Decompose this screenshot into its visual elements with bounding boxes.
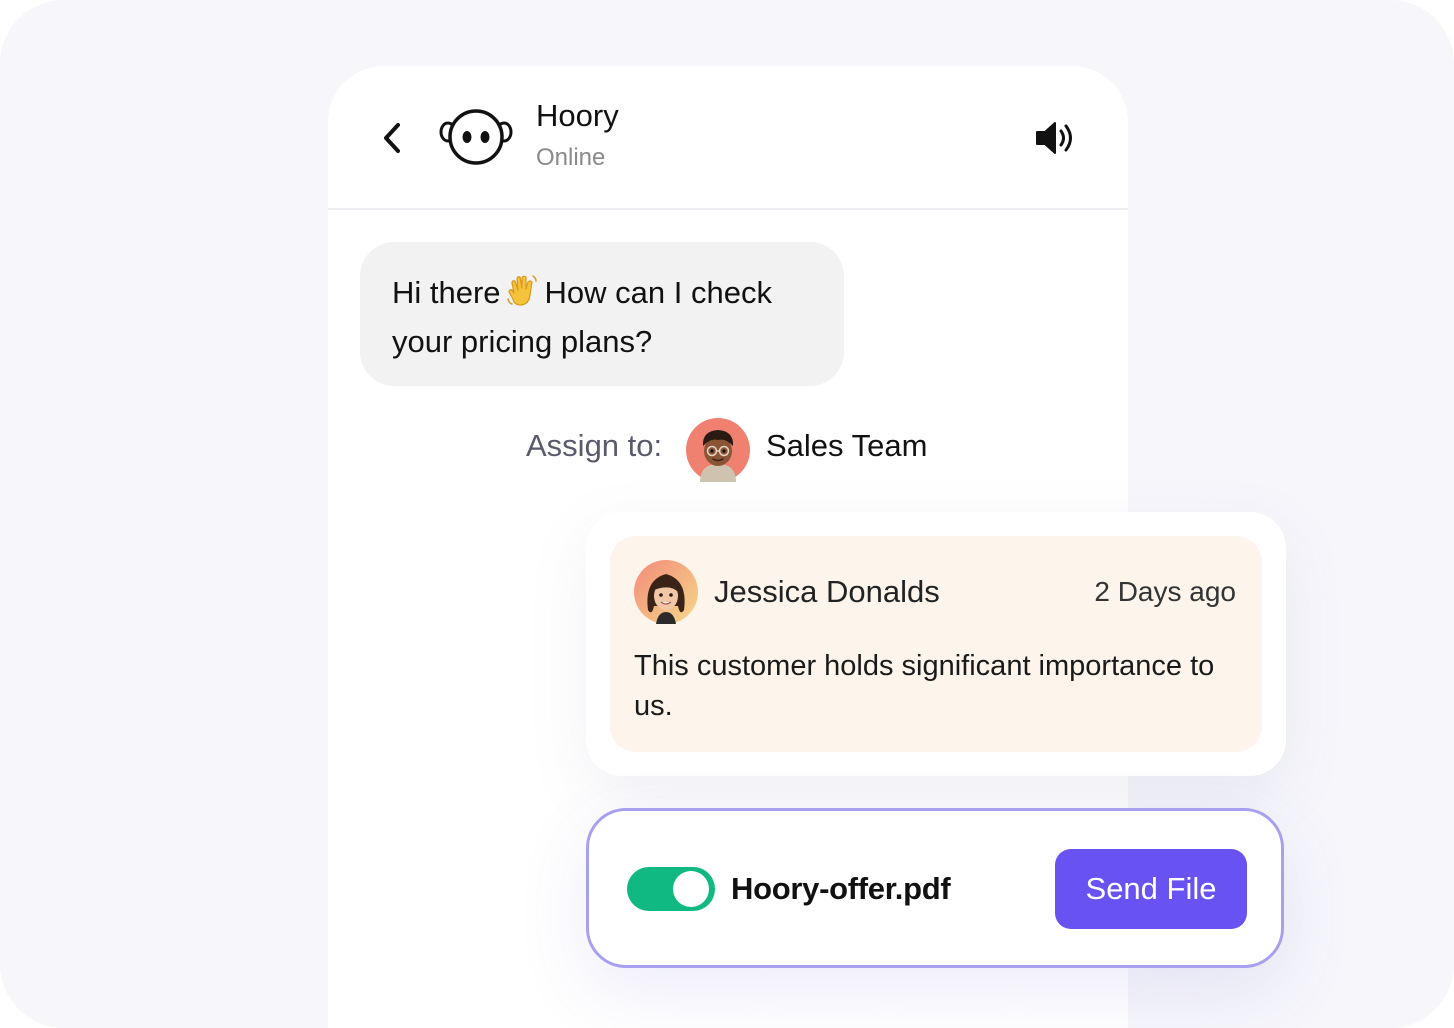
toggle-knob <box>673 871 709 907</box>
assign-label: Assign to: <box>526 428 663 463</box>
note-body: Jessica Donalds 2 Days ago This customer… <box>610 536 1262 752</box>
note-author: Jessica Donalds <box>714 574 940 609</box>
message-line1-suffix: How can I check <box>544 275 772 310</box>
send-file-button[interactable]: Send File <box>1055 849 1247 929</box>
message-line2: your pricing plans? <box>392 324 653 359</box>
hoory-bot-icon <box>439 109 513 165</box>
file-attachment-card: Hoory-offer.pdf Send File <box>586 808 1284 968</box>
internal-note-card: Jessica Donalds 2 Days ago This customer… <box>586 512 1286 776</box>
background-canvas: Hoory Online Hi there How can I check yo… <box>0 0 1454 1028</box>
chat-header: Hoory Online <box>328 66 1128 210</box>
sales-team-avatar <box>686 418 750 482</box>
file-name: Hoory-offer.pdf <box>731 871 951 906</box>
note-text: This customer holds significant importan… <box>634 650 1215 722</box>
message-line1-prefix: Hi there <box>392 275 501 310</box>
message-bubble: Hi there How can I check your pricing pl… <box>360 242 844 386</box>
contact-name: Hoory <box>536 98 619 133</box>
speaker-icon[interactable] <box>1034 120 1078 156</box>
chevron-left-icon[interactable] <box>378 120 406 156</box>
note-timestamp: 2 Days ago <box>1094 576 1236 607</box>
contact-status: Online <box>536 144 606 171</box>
waving-hand-icon <box>506 275 537 306</box>
file-toggle[interactable] <box>627 867 715 911</box>
jessica-avatar <box>634 560 698 624</box>
assigned-team-name[interactable]: Sales Team <box>766 428 927 464</box>
